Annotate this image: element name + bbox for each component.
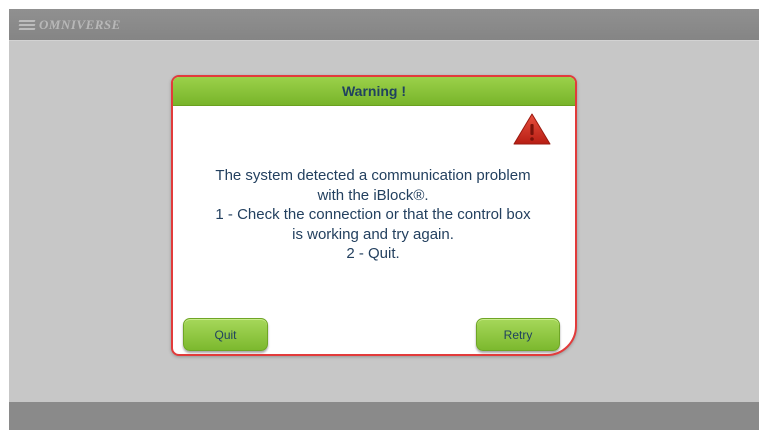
message-line: with the iBlock®. — [317, 186, 429, 204]
message-line: 1 - Check the connection or that the con… — [215, 206, 531, 223]
app-logo: OMNIVERSE — [18, 15, 121, 35]
message-line: is working and try again. — [292, 225, 454, 243]
retry-button[interactable]: Retry — [476, 318, 560, 351]
message-line: The system detected a communication prob… — [215, 167, 531, 184]
warning-dialog: Warning ! The system detected a communic… — [171, 75, 577, 356]
dialog-message: The system detected a communication prob… — [177, 166, 569, 264]
dialog-title: Warning ! — [173, 77, 575, 106]
logo-mark-icon — [18, 18, 36, 32]
top-bar: OMNIVERSE — [9, 9, 759, 40]
message-line: 2 - Quit. — [346, 245, 400, 262]
bottom-bar — [9, 402, 759, 430]
quit-button[interactable]: Quit — [183, 318, 268, 351]
warning-triangle-icon — [513, 113, 551, 145]
logo-text: OMNIVERSE — [39, 17, 121, 32]
